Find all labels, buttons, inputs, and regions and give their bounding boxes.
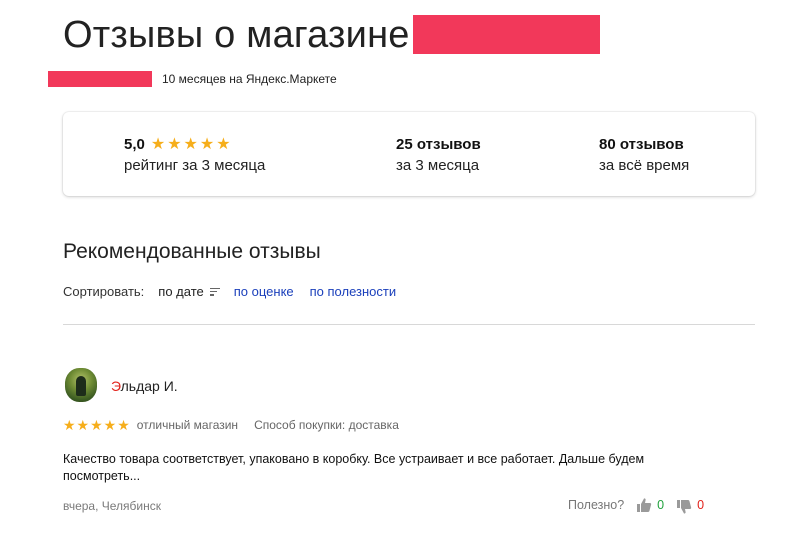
sort-by-usefulness[interactable]: по полезности <box>310 284 396 300</box>
review-author[interactable]: Эльдар И. <box>111 377 178 395</box>
sort-bar: Сортировать: по дате по оценке по полезн… <box>63 284 412 300</box>
sort-by-date-label: по дате <box>158 284 204 299</box>
thumbs-down-icon[interactable] <box>676 499 692 515</box>
avatar[interactable] <box>65 368 97 402</box>
rating-value: 5,0 <box>124 136 145 153</box>
dislikes-count: 0 <box>697 498 705 512</box>
review-stars-icon: ★★★★★ <box>63 417 131 433</box>
review-text: Качество товара соответствует, упаковано… <box>63 452 645 483</box>
divider <box>63 324 755 325</box>
total-reviews-stat[interactable]: 80 отзывов за всё время <box>599 136 689 175</box>
seller-tenure: 10 месяцев на Яндекс.Маркете <box>162 72 337 86</box>
purchase-method: Способ покупки: доставка <box>254 418 399 432</box>
avatar-figure <box>76 376 86 396</box>
total-reviews-count: 80 отзывов <box>599 136 684 153</box>
likes-count: 0 <box>657 498 665 512</box>
helpful-label: Полезно? <box>568 498 625 512</box>
rating-label: рейтинг за 3 месяца <box>124 157 266 174</box>
total-reviews-label: за всё время <box>599 157 690 174</box>
review-verdict: отличный магазин <box>136 418 239 432</box>
redacted-shop-link <box>48 71 152 87</box>
thumbs-up-icon[interactable] <box>636 497 652 513</box>
recent-reviews-stat[interactable]: 25 отзывов за 3 месяца <box>396 136 481 175</box>
sort-by-date[interactable]: по дате <box>158 284 220 300</box>
sort-descending-icon <box>209 287 220 297</box>
rating-summary-card: 5,0 ★★★★★ рейтинг за 3 месяца 25 отзывов… <box>63 112 755 196</box>
sort-label: Сортировать: <box>63 284 145 299</box>
page-title: Отзывы о магазине <box>63 14 410 56</box>
review-meta: ★★★★★ отличный магазин Способ покупки: д… <box>63 417 399 433</box>
rating-stat: 5,0 ★★★★★ рейтинг за 3 месяца <box>124 136 265 175</box>
recent-reviews-label: за 3 месяца <box>396 157 480 174</box>
section-title: Рекомендованные отзывы <box>63 240 321 263</box>
author-name-rest: льдар И. <box>120 378 178 394</box>
sort-by-rating[interactable]: по оценке <box>234 284 294 300</box>
redacted-shop-name <box>413 15 600 54</box>
author-first-letter: Э <box>111 378 121 394</box>
review-date-city: вчера, Челябинск <box>63 499 162 513</box>
recent-reviews-count: 25 отзывов <box>396 136 481 153</box>
rating-stars-icon: ★★★★★ <box>150 136 233 153</box>
helpful-votes: Полезно? 0 0 <box>568 495 704 515</box>
